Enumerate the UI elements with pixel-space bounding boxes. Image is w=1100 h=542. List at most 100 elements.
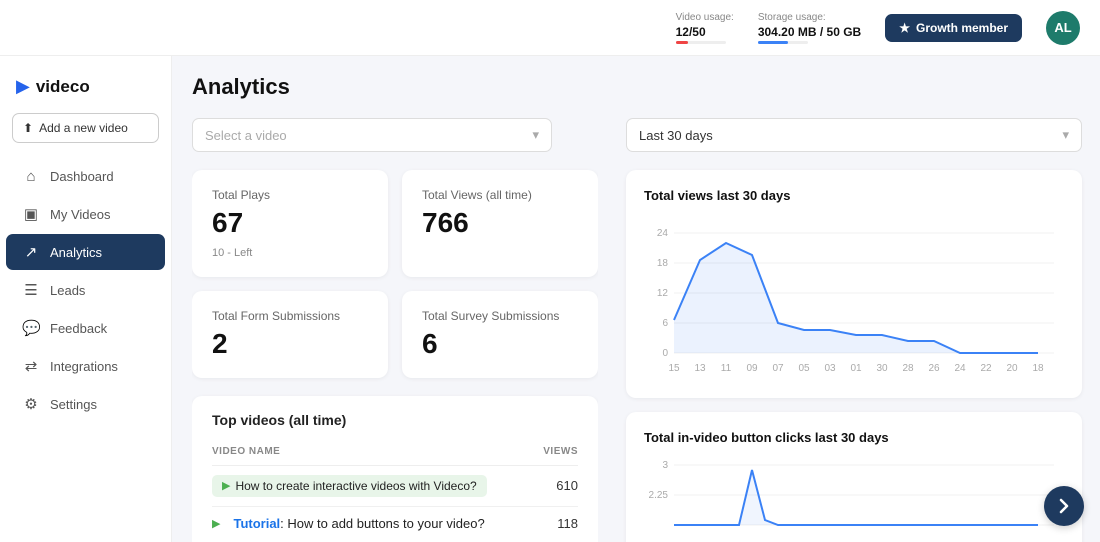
select-video-placeholder: Select a video (205, 128, 287, 143)
sidebar-item-label: Analytics (50, 245, 102, 260)
svg-text:0: 0 (662, 348, 668, 359)
chart1-area: 24 18 12 6 0 15 13 (644, 213, 1064, 386)
sidebar-item-settings[interactable]: ⚙ Settings (6, 386, 165, 422)
stat-value: 766 (422, 208, 578, 239)
top-videos-section: Top videos (all time) VIDEO NAME VIEWS ▶… (192, 396, 598, 542)
views-cell: 610 (538, 478, 578, 493)
video-usage-bar-fill (676, 41, 688, 44)
svg-text:13: 13 (694, 363, 706, 374)
col-views: VIEWS (543, 446, 578, 457)
app-container: Video usage: 12/50 Storage usage: 304.20… (0, 0, 1100, 542)
svg-text:3: 3 (662, 460, 668, 471)
growth-star-icon: ★ (899, 21, 910, 35)
storage-usage-bar (758, 41, 808, 44)
growth-btn-label: Growth member (916, 21, 1008, 35)
sidebar-item-my-videos[interactable]: ▣ My Videos (6, 196, 165, 232)
add-icon: ⬆ (23, 121, 33, 135)
video-name-cell: ▶ Tutorial: How to add buttons to your v… (212, 516, 538, 531)
video-usage-value: 12/50 (676, 25, 706, 39)
stat-value: 6 (422, 329, 578, 360)
video-usage-block: Video usage: 12/50 (676, 12, 734, 44)
scroll-button[interactable] (1044, 486, 1084, 526)
svg-text:18: 18 (657, 258, 669, 269)
table-header: VIDEO NAME VIEWS (212, 442, 578, 466)
svg-text:22: 22 (980, 363, 992, 374)
video-icon: ▣ (22, 205, 40, 223)
video-name: How to create interactive videos with Vi… (235, 479, 476, 493)
svg-text:26: 26 (928, 363, 940, 374)
storage-usage-value: 304.20 MB / 50 GB (758, 25, 861, 39)
sidebar-item-label: Settings (50, 397, 97, 412)
svg-text:6: 6 (662, 318, 668, 329)
svg-text:28: 28 (902, 363, 914, 374)
svg-text:18: 18 (1032, 363, 1044, 374)
select-video-wrap: Select a video ▾ (192, 118, 552, 152)
chevron-down-icon: ▾ (532, 127, 539, 143)
video-name: Tutorial: How to add buttons to your vid… (233, 516, 484, 531)
home-icon: ⌂ (22, 168, 40, 185)
sidebar-nav: ⌂ Dashboard ▣ My Videos ↗ Analytics ☰ Le… (0, 159, 171, 422)
stat-sub: 10 - Left (212, 247, 368, 259)
topbar: Video usage: 12/50 Storage usage: 304.20… (0, 0, 1100, 56)
svg-text:24: 24 (954, 363, 966, 374)
table-row: ▶ Tutorial: How to add buttons to your v… (212, 507, 578, 540)
sidebar-item-integrations[interactable]: ⇄ Integrations (6, 348, 165, 384)
sidebar-item-feedback[interactable]: 💬 Feedback (6, 310, 165, 346)
arrow-right-icon (1054, 496, 1074, 516)
storage-usage-bar-fill (758, 41, 788, 44)
svg-text:05: 05 (798, 363, 810, 374)
chart2-title: Total in-video button clicks last 30 day… (644, 430, 1064, 445)
svg-text:30: 30 (876, 363, 888, 374)
sidebar-item-label: Feedback (50, 321, 107, 336)
chevron-down-icon: ▾ (1062, 127, 1069, 143)
chart-panel: Last 30 days ▾ Total views last 30 days (612, 118, 1082, 542)
main-layout: ▶ videco ⬆ Add a new video ⌂ Dashboard ▣… (0, 56, 1100, 542)
date-range-wrap: Last 30 days ▾ (626, 118, 1082, 152)
svg-text:2.25: 2.25 (649, 490, 669, 501)
col-video-name: VIDEO NAME (212, 446, 280, 457)
stat-value: 67 (212, 208, 368, 239)
add-video-button[interactable]: ⬆ Add a new video (12, 113, 159, 143)
stat-card-form-submissions: Total Form Submissions 2 (192, 291, 388, 378)
svg-text:12: 12 (657, 288, 669, 299)
stat-label: Total Plays (212, 188, 368, 202)
video-usage-label: Video usage: (676, 12, 734, 23)
svg-text:09: 09 (746, 363, 758, 374)
svg-text:01: 01 (850, 363, 862, 374)
sidebar-logo: ▶ videco (0, 68, 171, 113)
play-icon: ▶ (222, 479, 230, 492)
table-row: ▶ How to create interactive videos with … (212, 466, 578, 507)
logo-icon: ▶ (16, 76, 30, 97)
stat-label: Total Survey Submissions (422, 309, 578, 323)
leads-icon: ☰ (22, 281, 40, 299)
sidebar-item-analytics[interactable]: ↗ Analytics (6, 234, 165, 270)
avatar: AL (1046, 11, 1080, 45)
stat-label: Total Views (all time) (422, 188, 578, 202)
logo-text: videco (36, 77, 90, 97)
chart1-svg: 24 18 12 6 0 15 13 (644, 213, 1064, 383)
date-range-dropdown[interactable]: Last 30 days ▾ (626, 118, 1082, 152)
sidebar-item-leads[interactable]: ☰ Leads (6, 272, 165, 308)
svg-text:11: 11 (721, 363, 732, 374)
stats-grid: Total Plays 67 10 - Left Total Views (al… (192, 170, 598, 378)
sidebar-item-label: Dashboard (50, 169, 114, 184)
stat-label: Total Form Submissions (212, 309, 368, 323)
controls-row: Select a video ▾ (192, 118, 598, 152)
top-videos-title: Top videos (all time) (212, 412, 578, 428)
video-name-cell: ▶ How to create interactive videos with … (212, 475, 538, 497)
settings-icon: ⚙ (22, 395, 40, 413)
select-video-dropdown[interactable]: Select a video ▾ (192, 118, 552, 152)
stat-card-survey-submissions: Total Survey Submissions 6 (402, 291, 598, 378)
storage-usage-block: Storage usage: 304.20 MB / 50 GB (758, 12, 861, 44)
growth-member-button[interactable]: ★ Growth member (885, 14, 1022, 42)
stat-card-total-views: Total Views (all time) 766 (402, 170, 598, 277)
storage-usage-label: Storage usage: (758, 12, 826, 23)
video-usage-bar (676, 41, 726, 44)
video-pill[interactable]: ▶ How to create interactive videos with … (212, 475, 487, 497)
svg-text:03: 03 (824, 363, 836, 374)
page-title: Analytics (192, 74, 1082, 100)
date-range-value: Last 30 days (639, 128, 713, 143)
play-icon: ▶ (212, 517, 220, 530)
sidebar-item-dashboard[interactable]: ⌂ Dashboard (6, 159, 165, 194)
sidebar-item-label: My Videos (50, 207, 110, 222)
